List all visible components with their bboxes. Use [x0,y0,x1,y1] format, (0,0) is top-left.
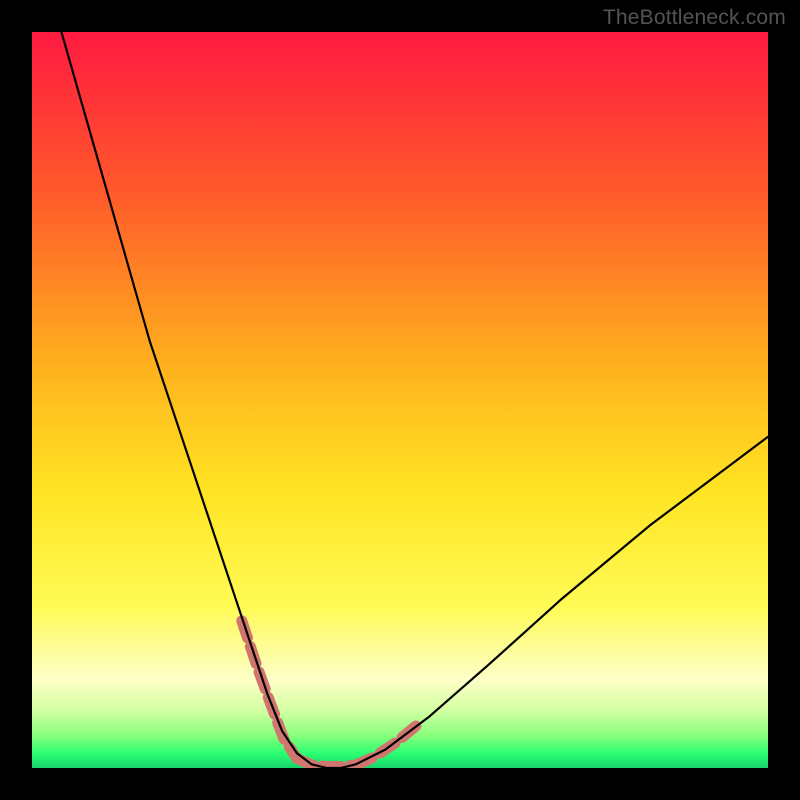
plot-area [32,32,768,768]
bottleneck-chart [32,32,768,768]
chart-frame: TheBottleneck.com [0,0,800,800]
watermark-text: TheBottleneck.com [603,6,786,30]
gradient-background [32,32,768,768]
